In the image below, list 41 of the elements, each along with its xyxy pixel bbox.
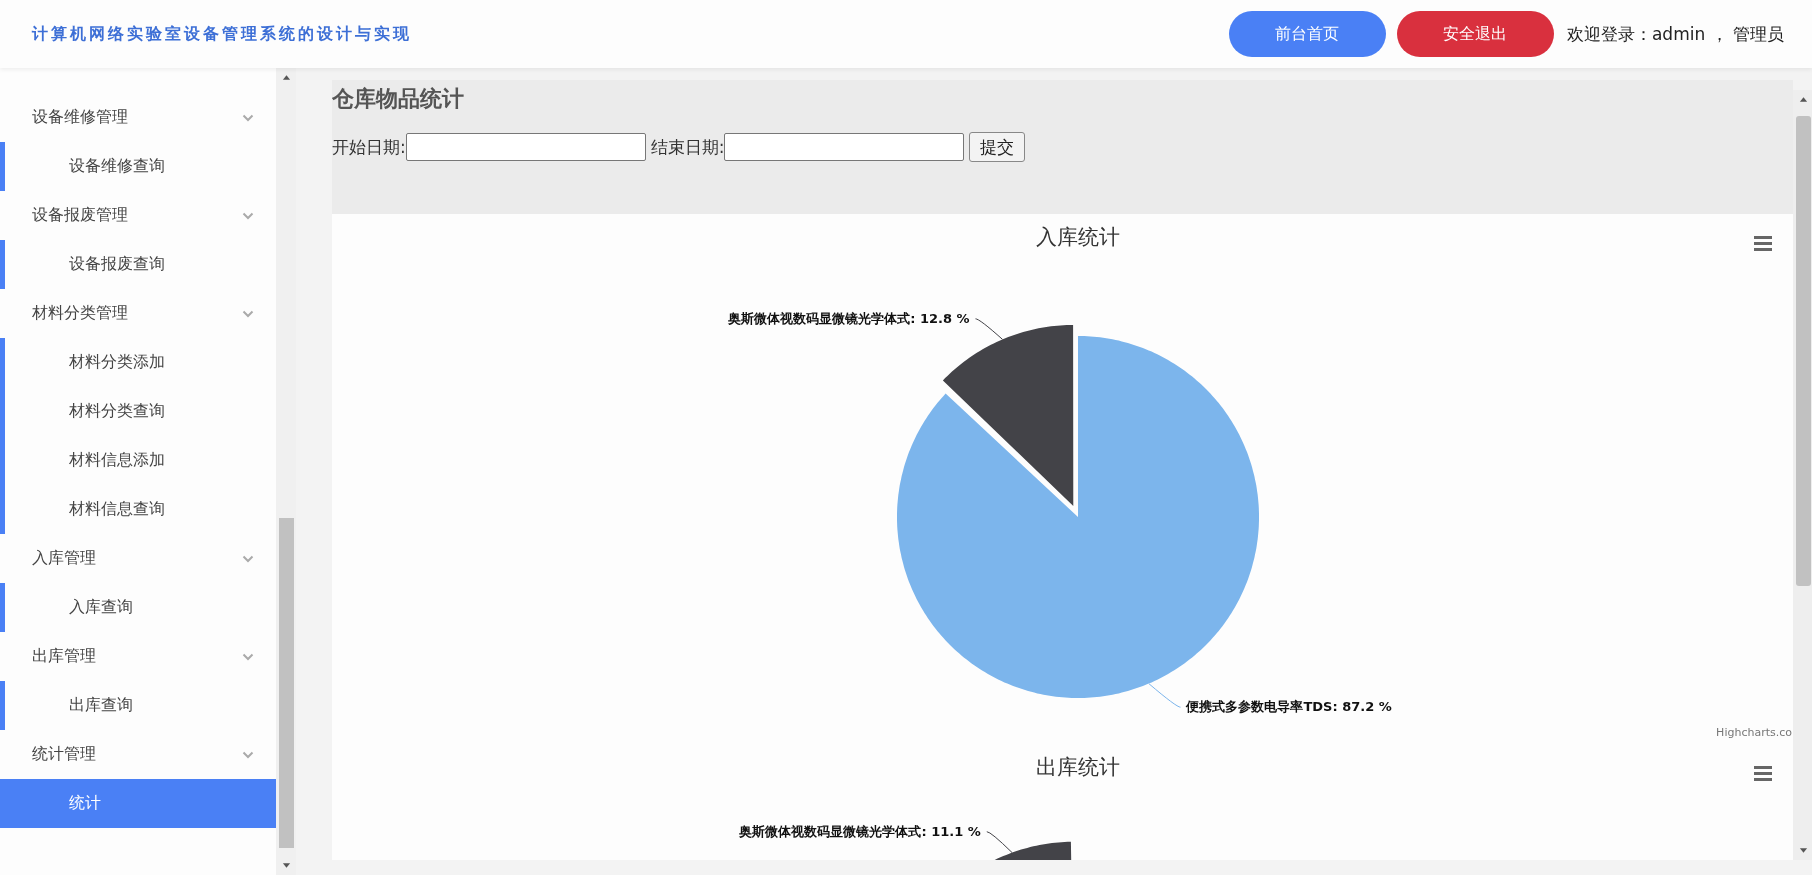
chevron-icon — [242, 554, 254, 563]
menu-icon[interactable] — [1754, 236, 1772, 251]
header-button[interactable]: 前台首页 — [1228, 11, 1386, 57]
scroll-up-icon[interactable] — [281, 74, 291, 80]
scrollbar-thumb[interactable] — [278, 518, 294, 848]
date-field[interactable] — [724, 133, 965, 161]
header-button[interactable]: 安全退出 — [1396, 11, 1554, 57]
menu-group[interactable]: 统计管理 — [0, 730, 276, 779]
menu-group[interactable]: 设备维修管理 — [0, 93, 276, 142]
credit-link[interactable]: Highcharts.co — [1716, 726, 1792, 739]
data-label: 奥斯微体视数码显微镜光学体式: 11.1 % — [739, 823, 981, 839]
scroll-up-icon[interactable] — [1798, 96, 1808, 102]
scroll-down-icon[interactable] — [1798, 848, 1808, 854]
submit-button[interactable]: 提交 — [969, 132, 1026, 162]
chart-title: 入库统计 — [1036, 225, 1120, 249]
scroll-down-icon[interactable] — [281, 863, 291, 869]
menu-group[interactable]: 材料分类管理 — [0, 289, 276, 338]
sidebar-item[interactable]: 统计 — [0, 779, 276, 828]
date-field[interactable] — [405, 133, 646, 161]
data-label: 便携式多参数电导率TDS: 87.2 % — [1186, 699, 1392, 715]
data-label: 奥斯微体视数码显微镜光学体式: 12.8 % — [728, 310, 970, 326]
app-title: 计算机网络实验室设备管理系统的设计与实现 — [32, 23, 412, 45]
scrollbar-thumb[interactable] — [1795, 116, 1811, 586]
page-scrollbar[interactable] — [1793, 90, 1812, 860]
chevron-icon — [242, 750, 254, 759]
chart-title: 出库统计 — [1036, 755, 1120, 779]
date-label: 开始日期: — [332, 135, 406, 159]
chevron-icon — [242, 652, 254, 661]
welcome-text: 欢迎登录：admin ， 管理员 — [1566, 22, 1784, 46]
date-label: 结束日期: — [650, 135, 725, 159]
page-title: 仓库物品统计 — [332, 85, 465, 113]
chevron-icon — [242, 211, 254, 220]
chevron-icon — [242, 309, 254, 318]
chevron-icon — [242, 113, 254, 122]
leader-line — [986, 831, 1013, 854]
leader-line — [1148, 683, 1181, 708]
menu-group[interactable]: 设备报废管理 — [0, 191, 276, 240]
menu-group[interactable]: 出库管理 — [0, 632, 276, 681]
menu-group[interactable]: 入库管理 — [0, 534, 276, 583]
leader-line — [975, 318, 1003, 340]
menu-icon[interactable] — [1754, 766, 1772, 781]
